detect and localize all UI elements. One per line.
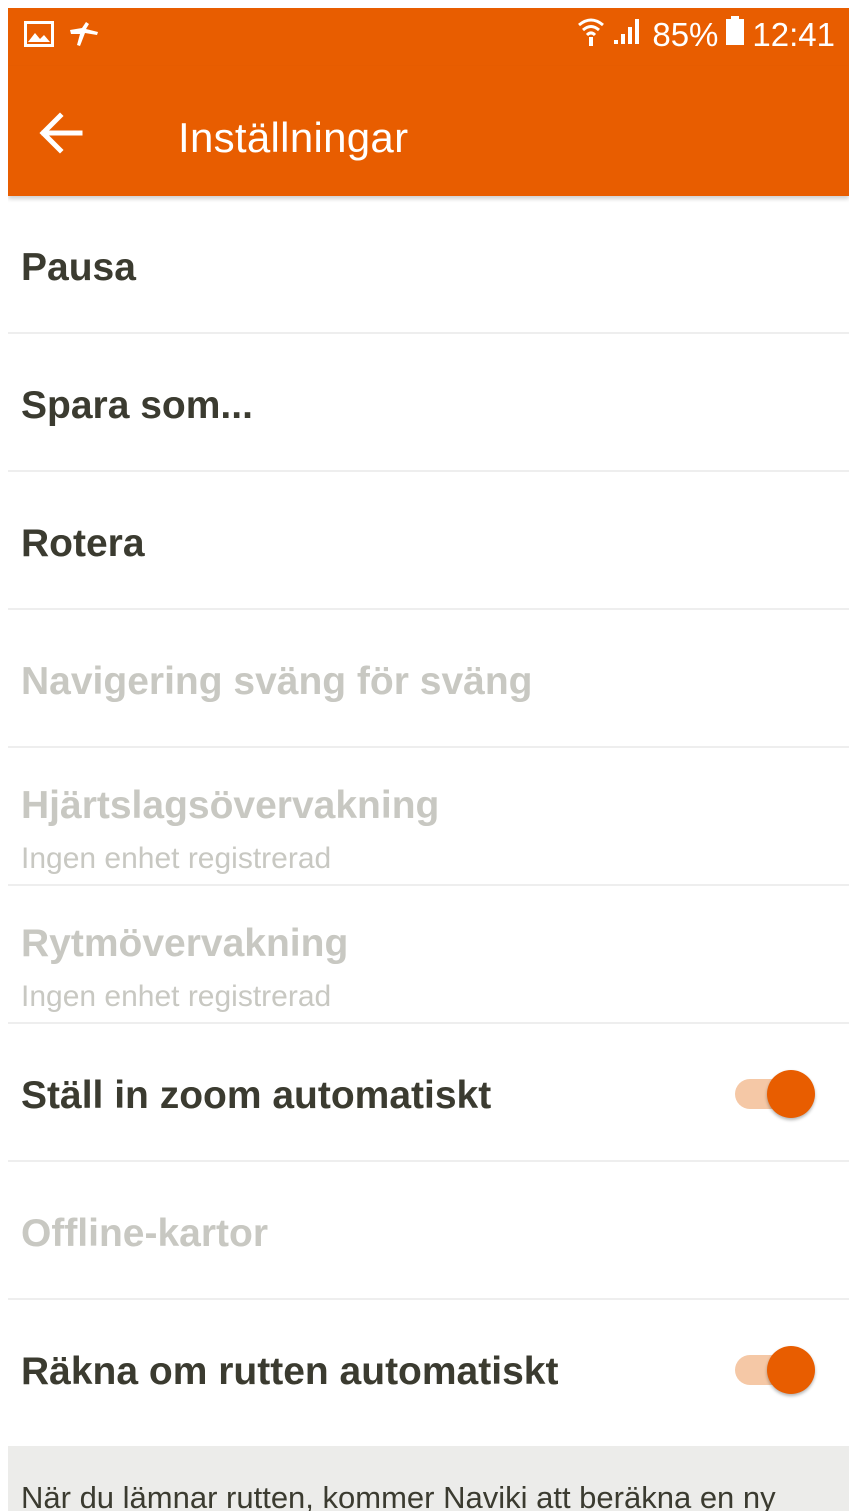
setting-auto-zoom[interactable]: Ställ in zoom automatiskt [8, 1024, 849, 1162]
setting-label: Rytmövervakning [21, 922, 349, 965]
setting-turn-by-turn-navigation: Navigering sväng för sväng [8, 610, 849, 748]
arrow-left-icon [39, 112, 83, 154]
setting-offline-maps: Offline-kartor [8, 1162, 849, 1300]
gallery-icon [24, 21, 54, 52]
setting-label: Ställ in zoom automatiskt [21, 1074, 492, 1117]
screen: 85% 12:41 Inställningar Pausa Spara som.… [8, 8, 849, 1511]
setting-label: Rotera [21, 522, 145, 565]
setting-label: Hjärtslagsövervakning [21, 784, 440, 827]
setting-sublabel: Ingen enhet registrerad [21, 980, 332, 1013]
signal-icon [612, 16, 644, 54]
toggle-thumb [767, 1346, 815, 1394]
setting-label: Offline-kartor [21, 1212, 269, 1255]
setting-label: Räkna om rutten automatiskt [21, 1350, 559, 1393]
app-bar: Inställningar [8, 66, 849, 196]
setting-label: Spara som... [21, 384, 253, 427]
setting-pause[interactable]: Pausa [8, 196, 849, 334]
settings-list: Pausa Spara som... Rotera Navigering svä… [8, 196, 849, 1438]
toggle-thumb [767, 1070, 815, 1118]
auto-zoom-toggle[interactable] [735, 1070, 815, 1118]
clock: 12:41 [752, 16, 835, 53]
setting-label: Pausa [21, 246, 136, 289]
app-notification-icon [68, 20, 100, 53]
wifi-icon [578, 16, 605, 54]
page-title: Inställningar [178, 114, 409, 161]
description-text: När du lämnar rutten, kommer Naviki att … [21, 1480, 776, 1511]
setting-cadence-monitoring: Rytmövervakning Ingen enhet registrerad [8, 886, 849, 1024]
setting-description: När du lämnar rutten, kommer Naviki att … [8, 1446, 849, 1511]
battery-level: 85% [652, 16, 719, 53]
setting-auto-reroute[interactable]: Räkna om rutten automatiskt [8, 1300, 849, 1438]
status-bar: 85% 12:41 [8, 8, 849, 66]
setting-save-as[interactable]: Spara som... [8, 334, 849, 472]
battery-icon [726, 16, 745, 54]
setting-sublabel: Ingen enhet registrerad [21, 842, 332, 875]
back-button[interactable] [38, 110, 84, 156]
setting-heart-rate-monitoring: Hjärtslagsövervakning Ingen enhet regist… [8, 748, 849, 886]
setting-rotate[interactable]: Rotera [8, 472, 849, 610]
setting-label: Navigering sväng för sväng [21, 660, 533, 703]
auto-reroute-toggle[interactable] [735, 1346, 815, 1394]
